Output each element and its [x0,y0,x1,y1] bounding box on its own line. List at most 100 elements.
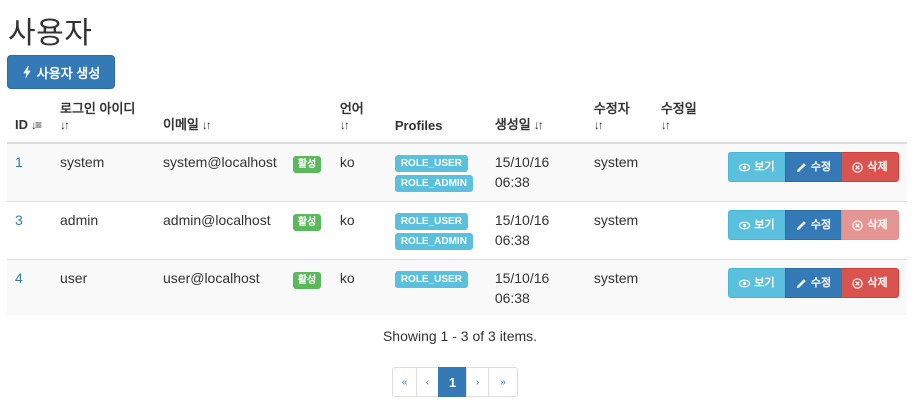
page-1-button[interactable]: 1 [438,367,467,397]
cell-login: admin [52,201,155,260]
col-email[interactable]: 이메일 ↓↑ [155,95,285,144]
col-created[interactable]: 생성일 ↓↑ [486,95,586,144]
col-email-label: 이메일 [163,117,199,132]
cell-modifier: system [585,259,653,315]
created-date: 15/10/16 [494,270,550,286]
create-user-button[interactable]: 사용자 생성 [7,55,115,89]
next-page-button[interactable]: › [466,367,489,397]
page-title: 사용자 [8,17,93,50]
cell-lang: ko [331,142,387,202]
sort-icon[interactable]: ↓↑ [202,118,212,132]
role-badge: ROLE_USER [394,155,468,172]
sort-asc-icon[interactable]: ↓≡ [31,118,42,132]
sort-icon[interactable]: ↓↑ [661,117,705,134]
pencil-icon [796,220,806,230]
view-label: 보기 [754,219,775,231]
eye-icon [739,221,751,229]
cell-created: 15/10/16 06:38 [486,259,586,315]
cell-profiles: ROLE_USER ROLE_ADMIN [386,201,487,260]
cell-created: 15/10/16 06:38 [486,201,586,260]
delete-label: 삭제 [867,277,888,289]
cell-email: admin@localhost [155,201,285,260]
delete-button[interactable]: 삭제 [841,152,899,182]
first-page-button[interactable]: « [392,367,417,397]
created-time: 06:38 [494,232,530,248]
status-badge[interactable]: 활성 [292,214,322,231]
edit-button[interactable]: 수정 [785,210,842,240]
created-date: 15/10/16 [494,154,550,170]
col-profiles: Profiles [386,95,487,144]
delete-button[interactable]: 삭제 [841,268,899,298]
prev-page-button[interactable]: ‹ [416,367,439,397]
status-badge[interactable]: 활성 [292,272,322,289]
cell-id: 4 [7,259,52,315]
pagination-summary: Showing 1 - 3 of 3 items. [382,328,538,344]
cell-profiles: ROLE_USER ROLE_ADMIN [386,142,487,202]
col-id-label: ID [15,117,28,132]
col-modifier-label: 수정자 [593,101,630,116]
col-profiles-label: Profiles [394,118,443,133]
col-modifier[interactable]: 수정자 ↓↑ [585,95,653,144]
sort-icon[interactable]: ↓↑ [534,118,544,132]
remove-circle-icon [852,161,864,173]
view-label: 보기 [754,161,775,173]
view-button[interactable]: 보기 [728,268,786,298]
cell-profiles: ROLE_USER [386,259,487,315]
col-lang[interactable]: 언어 ↓↑ [331,95,387,144]
pencil-icon [796,278,806,288]
col-actions [712,95,907,144]
view-label: 보기 [754,277,775,289]
cell-actions: 보기 수정 삭제 [712,142,907,202]
col-modified[interactable]: 수정일 ↓↑ [652,95,713,144]
role-badge: ROLE_ADMIN [394,233,473,250]
delete-label: 삭제 [867,219,888,231]
cell-modified [652,142,713,202]
col-lang-label: 언어 [339,101,364,116]
cell-actions: 보기 수정 삭제 [712,201,907,260]
cell-email: system@localhost [155,142,285,202]
edit-label: 수정 [810,277,832,289]
user-id-link[interactable]: 3 [15,212,23,228]
user-id-link[interactable]: 4 [15,270,23,286]
sort-icon[interactable]: ↓↑ [594,117,645,134]
col-status [284,95,332,144]
sort-icon[interactable]: ↓↑ [60,117,147,134]
col-modified-label: 수정일 [660,101,697,116]
created-time: 06:38 [494,290,530,306]
edit-button[interactable]: 수정 [785,152,842,182]
status-badge[interactable]: 활성 [292,156,322,173]
col-id[interactable]: ID ↓≡ [7,95,52,144]
table-row: 3 admin admin@localhost 활성 ko ROLE_USER ROLE_A… [7,201,907,260]
pencil-icon [796,162,806,172]
role-badge: ROLE_ADMIN [394,175,473,192]
role-badge: ROLE_USER [394,271,468,288]
table-header-row: ID ↓≡ 로그인 아이디 ↓↑ 이메일 ↓↑ 언어 ↓↑ Profiles 생성일 ↓↑… [7,95,907,144]
view-button[interactable]: 보기 [728,210,786,240]
edit-label: 수정 [810,219,832,231]
sort-icon[interactable]: ↓↑ [340,117,379,134]
cell-email: user@localhost [155,259,285,315]
cell-modified [652,259,713,315]
col-login[interactable]: 로그인 아이디 ↓↑ [52,95,155,144]
remove-circle-icon [852,219,864,231]
edit-label: 수정 [810,161,832,173]
last-page-button[interactable]: » [488,367,518,397]
cell-modifier: system [585,142,653,202]
eye-icon [739,279,751,287]
cell-status: 활성 [284,201,332,260]
create-user-label: 사용자 생성 [36,65,101,81]
cell-id: 1 [7,142,52,202]
col-login-label: 로그인 아이디 [60,101,136,116]
table-row: 1 system system@localhost 활성 ko ROLE_USER ROLE… [7,142,907,202]
cell-login: system [52,142,155,202]
edit-button[interactable]: 수정 [785,268,842,298]
cell-created: 15/10/16 06:38 [486,142,586,202]
cell-login: user [52,259,155,315]
view-button[interactable]: 보기 [728,152,786,182]
cell-status: 활성 [284,142,332,202]
created-time: 06:38 [494,174,530,190]
delete-button: 삭제 [841,210,899,240]
cell-modified [652,201,713,260]
user-id-link[interactable]: 1 [15,154,23,170]
role-badge: ROLE_USER [394,213,468,230]
